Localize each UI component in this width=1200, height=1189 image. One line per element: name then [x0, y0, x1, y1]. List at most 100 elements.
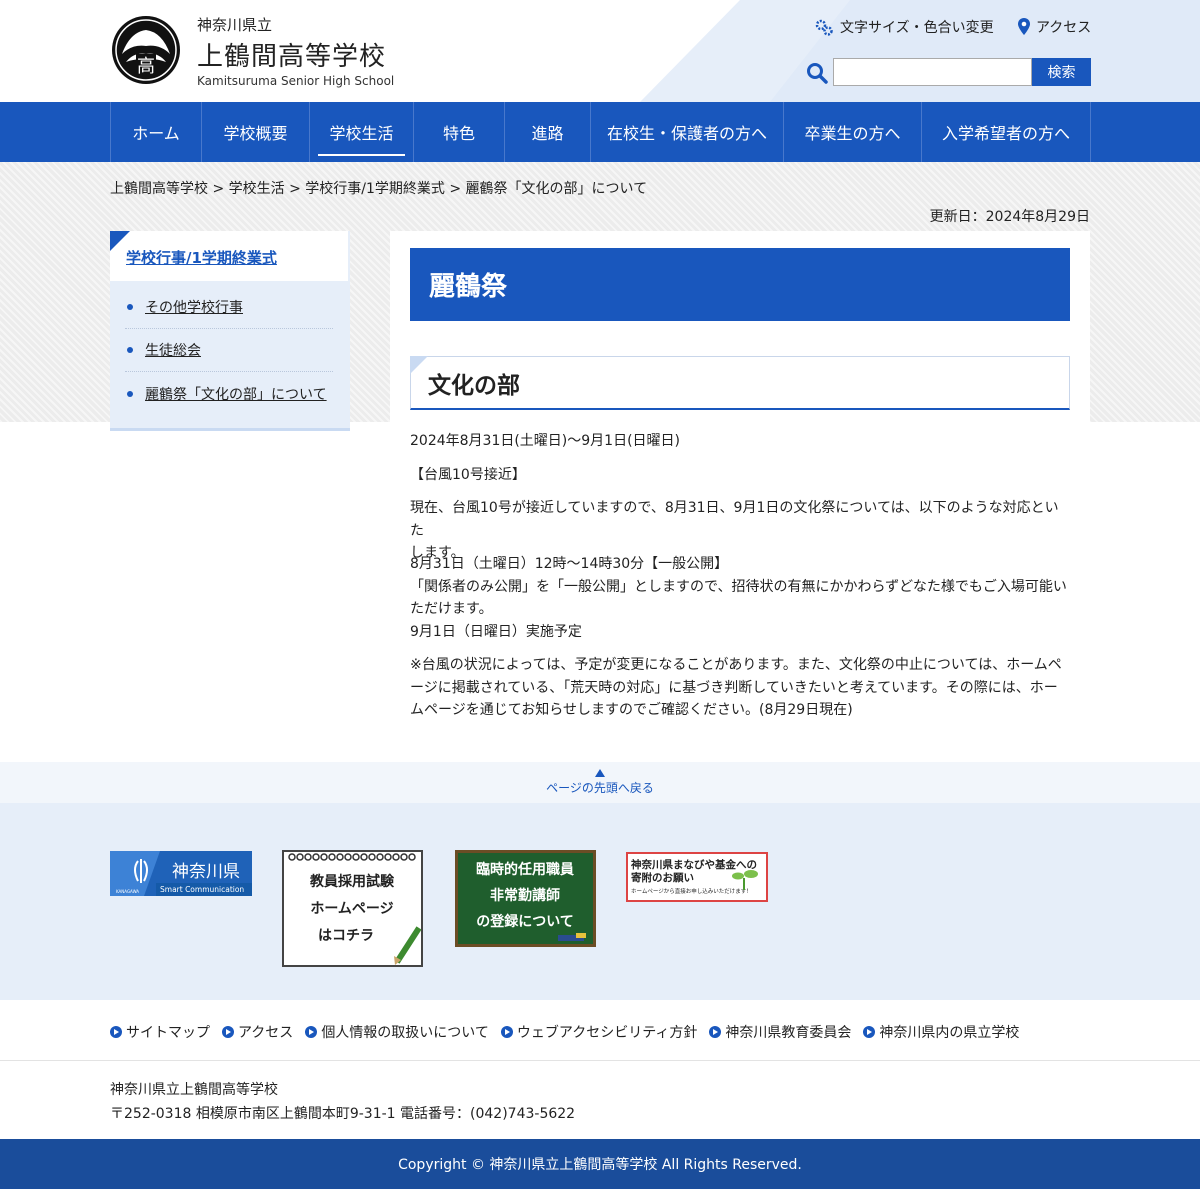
section-heading-text: 文化の部: [428, 372, 520, 399]
paragraph-line: 現在、台風10号が接近していますので、8月31日、9月1日の文化祭については、以…: [410, 500, 1059, 539]
banner-area: 神奈川県 Smart Communication KANAGAWA 教員採用試験…: [0, 803, 1200, 1000]
footer-link-accessibility[interactable]: ウェブアクセシビリティ方針: [500, 1022, 698, 1042]
font-color-settings-link[interactable]: 文字サイズ・色合い変更: [814, 17, 994, 37]
notebook-banner-graphic: 教員採用試験 ホームページ はコチラ: [284, 852, 422, 965]
nav-item-prospective-students[interactable]: 入学希望者の方へ: [922, 102, 1091, 162]
manabiya-fund-donation-banner[interactable]: 神奈川県まなびや基金への 寄附のお願い ホームページから直接お申し込みいただけま…: [626, 852, 768, 902]
chalkboard-line-1: 臨時的任用職員: [476, 861, 574, 878]
circle-arrow-icon: [863, 1026, 876, 1038]
copyright-bar: Copyright © 神奈川県立上鶴間高等学校 All Rights Rese…: [0, 1139, 1200, 1189]
back-to-top-link[interactable]: ページの先頭へ戻る: [0, 762, 1200, 803]
kanagawa-banner-title: 神奈川県: [172, 862, 240, 882]
footer-link-label: サイトマップ: [126, 1025, 210, 1041]
breadcrumb-item-current: 麗鶴祭「文化の部」について: [465, 181, 648, 197]
back-to-top-label: ページの先頭へ戻る: [546, 781, 654, 795]
paragraph-line: 「関係者のみ公開」を「一般公開」としますので、招待状の有無にかかわらずどなた様で…: [410, 578, 1067, 595]
search-input[interactable]: [833, 58, 1032, 86]
search-button[interactable]: 検索: [1032, 58, 1091, 86]
circle-arrow-icon: [709, 1026, 722, 1038]
fund-line-1: 神奈川県まなびや基金への: [631, 858, 757, 871]
breadcrumb-separator: >: [284, 181, 306, 197]
kanagawa-smart-communication-banner[interactable]: 神奈川県 Smart Communication KANAGAWA: [110, 851, 252, 896]
sidebar: 学校行事/1学期終業式 その他学校行事 生徒総会 麗鶴祭「文化の部」について: [110, 231, 350, 431]
page-title: 麗鶴祭: [410, 248, 1070, 321]
footer-school-name: 神奈川県立上鶴間高等学校: [110, 1082, 278, 1098]
kanagawa-banner-small: KANAGAWA: [116, 889, 139, 894]
school-english-name: Kamitsuruma Senior High School: [197, 74, 395, 88]
kanagawa-banner-subtitle: Smart Communication: [160, 885, 244, 894]
footer-link-label: 神奈川県内の県立学校: [879, 1025, 1020, 1041]
school-prefecture: 神奈川県立: [197, 16, 273, 34]
footer-link-privacy[interactable]: 個人情報の取扱いについて: [305, 1022, 489, 1042]
nav-item-graduates[interactable]: 卒業生の方へ: [784, 102, 922, 162]
sidebar-item-student-assembly[interactable]: 生徒総会: [125, 329, 333, 372]
notebook-line-3: はコチラ: [318, 928, 374, 944]
site-header: 高 神奈川県立 上鶴間高等学校 Kamitsuruma Senior High …: [0, 0, 1200, 102]
circle-arrow-icon: [110, 1026, 122, 1038]
svg-text:高: 高: [137, 56, 155, 77]
schedule-paragraph: 8月31日（土曜日）12時～14時30分【一般公開】 「関係者のみ公開」を「一般…: [410, 553, 1070, 643]
font-color-settings-label: 文字サイズ・色合い変更: [840, 20, 994, 36]
temporary-staff-registration-banner[interactable]: 臨時的任用職員 非常勤講師 の登録について: [455, 850, 596, 947]
circle-arrow-icon: [305, 1026, 318, 1038]
teacher-recruitment-banner[interactable]: 教員採用試験 ホームページ はコチラ: [282, 850, 423, 967]
caution-paragraph: ※台風の状況によっては、予定が変更になることがあります。また、文化祭の中止につい…: [410, 654, 1070, 722]
access-link[interactable]: アクセス: [1018, 17, 1091, 37]
bullet-icon: [127, 347, 133, 353]
circle-arrow-icon: [222, 1026, 234, 1038]
breadcrumb-item-events[interactable]: 学校行事/1学期終業式: [305, 181, 445, 197]
chalkboard-line-3: の登録について: [476, 913, 574, 930]
footer-links: サイトマップ アクセス 個人情報の取扱いについて ウェブアクセシビリティ方針 神…: [110, 1022, 1019, 1042]
breadcrumb-separator: >: [444, 181, 466, 197]
sidebar-list: その他学校行事 生徒総会 麗鶴祭「文化の部」について: [125, 286, 333, 415]
sidebar-item-culture-festival[interactable]: 麗鶴祭「文化の部」について: [125, 372, 333, 415]
notebook-line-2: ホームページ: [310, 901, 393, 917]
footer-link-label: アクセス: [238, 1025, 294, 1041]
footer-link-label: ウェブアクセシビリティ方針: [516, 1025, 698, 1041]
breadcrumb-separator: >: [208, 181, 229, 197]
access-label: アクセス: [1036, 20, 1092, 36]
footer-link-access[interactable]: アクセス: [222, 1022, 293, 1042]
sidebar-item-label: その他学校行事: [145, 300, 243, 316]
sidebar-item-label: 麗鶴祭「文化の部」について: [145, 386, 327, 403]
chalkboard-line-2: 非常勤講師: [490, 887, 560, 904]
section-heading: 文化の部: [410, 356, 1070, 410]
sidebar-title-link[interactable]: 学校行事/1学期終業式: [126, 247, 277, 268]
footer-link-sitemap[interactable]: サイトマップ: [110, 1022, 210, 1042]
nav-item-career[interactable]: 進路: [505, 102, 591, 162]
paragraph-line: ムページを通じてお知らせしますのでご確認ください。(8月29日現在): [410, 702, 853, 718]
footer-link-label: 個人情報の取扱いについて: [321, 1025, 489, 1041]
school-crest-logo[interactable]: 高: [110, 14, 182, 86]
updated-date: 更新日：2024年8月29日: [929, 209, 1090, 225]
paragraph-line: ※台風の状況によっては、予定が変更になることがあります。また、文化祭の中止につい…: [410, 657, 1062, 673]
bullet-icon: [127, 390, 133, 397]
chalkboard-banner-graphic: 臨時的任用職員 非常勤講師 の登録について: [458, 853, 593, 944]
paragraph-line: ージに掲載されている、「荒天時の対応」に基づき判断していきたいと考えています。そ…: [410, 679, 1058, 696]
nav-item-school-overview[interactable]: 学校概要: [202, 102, 310, 162]
school-name[interactable]: 上鶴間高等学校: [197, 36, 386, 73]
breadcrumb: 上鶴間高等学校 > 学校生活 > 学校行事/1学期終業式 > 麗鶴祭「文化の部」…: [110, 178, 647, 198]
footer-address: 〒252-0318 相模原市南区上鶴間本町9-31-1 電話番号：(042)74…: [110, 1106, 576, 1122]
heading-corner-decoration: [410, 356, 428, 374]
footer-link-board-of-education[interactable]: 神奈川県教育委員会: [709, 1022, 851, 1042]
kanagawa-banner-graphic: 神奈川県 Smart Communication KANAGAWA: [110, 851, 252, 896]
circle-arrow-icon: [500, 1026, 513, 1038]
notebook-line-1: 教員採用試験: [310, 873, 395, 890]
sidebar-item-other-events[interactable]: その他学校行事: [125, 286, 333, 329]
nav-item-features[interactable]: 特色: [414, 102, 505, 162]
nav-item-home[interactable]: ホーム: [111, 102, 202, 162]
fund-line-2: 寄附のお願い: [631, 871, 694, 884]
paragraph-line: ただけます。: [410, 601, 493, 617]
breadcrumb-item-home[interactable]: 上鶴間高等学校: [110, 181, 208, 197]
global-nav-list: ホーム 学校概要 学校生活 特色 進路 在校生・保護者の方へ 卒業生の方へ 入学…: [110, 102, 1091, 162]
global-nav: ホーム 学校概要 学校生活 特色 進路 在校生・保護者の方へ 卒業生の方へ 入学…: [0, 102, 1200, 162]
footer-divider: [0, 1060, 1200, 1061]
sidebar-header: 学校行事/1学期終業式: [110, 231, 348, 281]
nav-item-school-life[interactable]: 学校生活: [310, 102, 414, 162]
fund-line-3: ホームページから直接お申し込みいただけます！: [631, 887, 752, 895]
event-dates: 2024年8月31日(土曜日)～9月1日(日曜日): [410, 433, 681, 449]
footer-link-prefectural-schools[interactable]: 神奈川県内の県立学校: [863, 1022, 1019, 1042]
nav-item-students-parents[interactable]: 在校生・保護者の方へ: [591, 102, 784, 162]
breadcrumb-item-school-life[interactable]: 学校生活: [229, 181, 285, 197]
fund-banner-graphic: 神奈川県まなびや基金への 寄附のお願い ホームページから直接お申し込みいただけま…: [628, 854, 766, 900]
